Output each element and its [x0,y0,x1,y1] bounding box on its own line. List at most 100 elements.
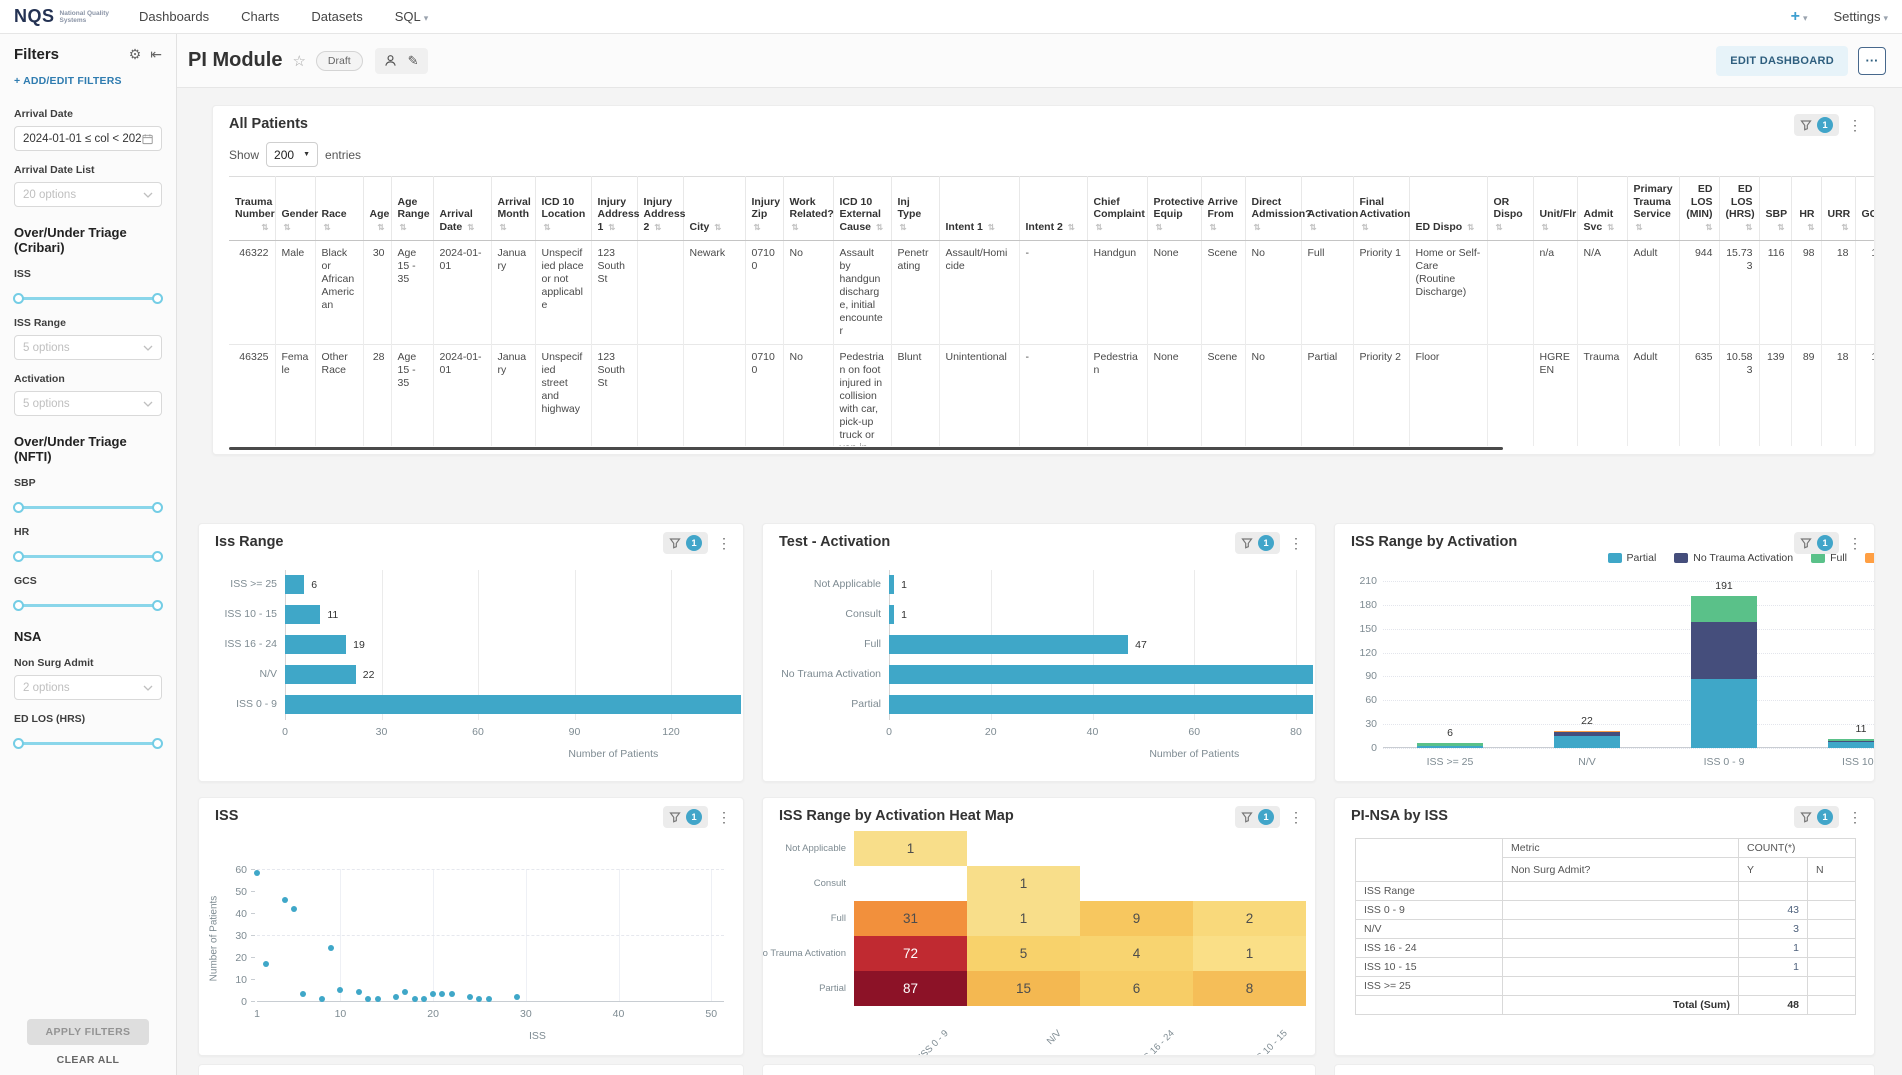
add-edit-filters-button[interactable]: + ADD/EDIT FILTERS [0,69,176,93]
column-header[interactable]: Age ⇅ [363,177,391,241]
date-range-input[interactable]: 2024-01-01 ≤ col < 202... [14,126,162,151]
column-header[interactable]: Trauma Number ⇅ [229,177,275,241]
column-header[interactable]: Race ⇅ [315,177,363,241]
column-header[interactable]: OR Dispo ⇅ [1487,177,1533,241]
apply-filters-button[interactable]: APPLY FILTERS [27,1019,149,1045]
column-header[interactable]: Activation ⇅ [1301,177,1353,241]
column-header[interactable]: Inj Type ⇅ [891,177,939,241]
column-header[interactable]: Intent 1 ⇅ [939,177,1019,241]
column-header[interactable]: Injury Address 2 ⇅ [637,177,683,241]
applied-filters-indicator[interactable]: 1 [1235,806,1280,828]
sort-icon: ⇅ [876,222,883,232]
filter-select[interactable]: 20 options [14,182,162,207]
column-header[interactable]: ICD 10 Location ⇅ [535,177,591,241]
column-header[interactable]: Arrival Date ⇅ [433,177,491,241]
kebab-menu-icon[interactable]: ⋮ [1846,809,1864,826]
legend-item[interactable]: Partial [1608,552,1657,564]
kebab-menu-icon[interactable]: ⋮ [1287,535,1305,552]
slider-handle-max[interactable] [152,293,163,304]
sort-icon: ⇅ [1156,222,1163,232]
column-header[interactable]: ED LOS (HRS) ⇅ [1719,177,1759,241]
kebab-menu-icon[interactable]: ⋮ [715,809,733,826]
column-header[interactable]: ED LOS (MIN) ⇅ [1679,177,1719,241]
slider-handle-max[interactable] [152,600,163,611]
table-cell: Scene [1201,241,1245,345]
y-tick-mark [251,979,255,980]
more-options-button[interactable]: ··· [1858,47,1886,75]
select-placeholder: 20 options [23,189,76,201]
filter-select[interactable]: 2 options [14,675,162,700]
slider-handle-min[interactable] [13,502,24,513]
heatmap-cell: 1 [967,901,1080,936]
gear-icon[interactable]: ⚙ [129,46,142,63]
kebab-menu-icon[interactable]: ⋮ [1846,117,1864,134]
range-slider [15,501,161,513]
nav-dashboards[interactable]: Dashboards [139,9,209,24]
total-y: 48 [1739,996,1808,1015]
nav-charts[interactable]: Charts [241,9,279,24]
kebab-menu-icon[interactable]: ⋮ [1287,809,1305,826]
column-header[interactable]: Unit/Flr ⇅ [1533,177,1577,241]
nqs-logo[interactable]: NQS National QualitySystems [14,6,109,27]
stack-segment [1828,742,1875,748]
slider-handle-max[interactable] [152,551,163,562]
favorite-star-icon[interactable]: ☆ [292,52,305,70]
clear-all-button[interactable]: CLEAR ALL [57,1054,120,1066]
column-header[interactable]: Injury Address 1 ⇅ [591,177,637,241]
slider-handle-max[interactable] [152,502,163,513]
applied-filters-indicator[interactable]: 1 [663,806,708,828]
column-header[interactable]: GCS ⇅ [1855,177,1874,241]
collapse-sidebar-icon[interactable]: ⇤ [150,46,162,63]
column-header[interactable]: HR ⇅ [1791,177,1821,241]
applied-filters-indicator[interactable]: 1 [663,532,708,554]
slider-handle-max[interactable] [152,738,163,749]
entries-select[interactable]: 200▼ [266,142,318,167]
legend-item[interactable]: No Trauma Activation [1674,552,1793,564]
column-header[interactable]: ICD 10 External Cause ⇅ [833,177,891,241]
nav-sql[interactable]: SQL▾ [395,9,429,24]
column-header[interactable]: Chief Complaint ⇅ [1087,177,1147,241]
new-item-button[interactable]: +▾ [1791,8,1808,26]
table-cell: Home or Self-Care (Routine Discharge) [1409,241,1487,345]
column-header[interactable]: ED Dispo ⇅ [1409,177,1487,241]
data-point [263,961,269,967]
applied-filters-indicator[interactable]: 1 [1794,532,1839,554]
edit-dashboard-button[interactable]: EDIT DASHBOARD [1716,46,1848,76]
legend-item[interactable] [1865,553,1875,563]
slider-handle-min[interactable] [13,551,24,562]
kebab-menu-icon[interactable]: ⋮ [715,535,733,552]
column-header[interactable]: Admit Svc ⇅ [1577,177,1627,241]
nav-datasets[interactable]: Datasets [311,9,362,24]
filter-select[interactable]: 5 options [14,391,162,416]
column-header[interactable]: City ⇅ [683,177,745,241]
column-header[interactable]: Intent 2 ⇅ [1019,177,1087,241]
kebab-menu-icon[interactable]: ⋮ [1846,535,1864,552]
filter-select[interactable]: 5 options [14,335,162,360]
column-header[interactable]: Work Related? ⇅ [783,177,833,241]
column-header[interactable]: Age Range ⇅ [391,177,433,241]
column-header[interactable]: Direct Admission? ⇅ [1245,177,1301,241]
table-cell: Unintentional [939,345,1019,447]
column-header[interactable]: Gender ⇅ [275,177,315,241]
applied-filters-indicator[interactable]: 1 [1235,532,1280,554]
pencil-icon[interactable]: ✎ [408,53,419,69]
horizontal-scrollbar[interactable] [229,447,1503,450]
slider-handle-min[interactable] [13,600,24,611]
person-icon[interactable] [384,54,397,67]
column-header[interactable]: Protective Equip ⇅ [1147,177,1201,241]
sort-icon: ⇅ [1807,222,1814,232]
column-header[interactable]: Arrive From ⇅ [1201,177,1245,241]
settings-menu[interactable]: Settings▾ [1833,9,1888,24]
column-header[interactable]: Final Activation ⇅ [1353,177,1409,241]
column-header[interactable]: Arrival Month ⇅ [491,177,535,241]
column-header[interactable]: Injury Zip ⇅ [745,177,783,241]
table-cell: 07100 [745,345,783,447]
column-header[interactable]: Primary Trauma Service ⇅ [1627,177,1679,241]
column-header[interactable]: SBP ⇅ [1759,177,1791,241]
column-header[interactable]: URR ⇅ [1821,177,1855,241]
slider-handle-min[interactable] [13,293,24,304]
applied-filters-indicator[interactable]: 1 [1794,806,1839,828]
slider-handle-min[interactable] [13,738,24,749]
applied-filters-indicator[interactable]: 1 [1794,114,1839,136]
table-cell: Assault by handgun discharge, initial en… [833,241,891,345]
